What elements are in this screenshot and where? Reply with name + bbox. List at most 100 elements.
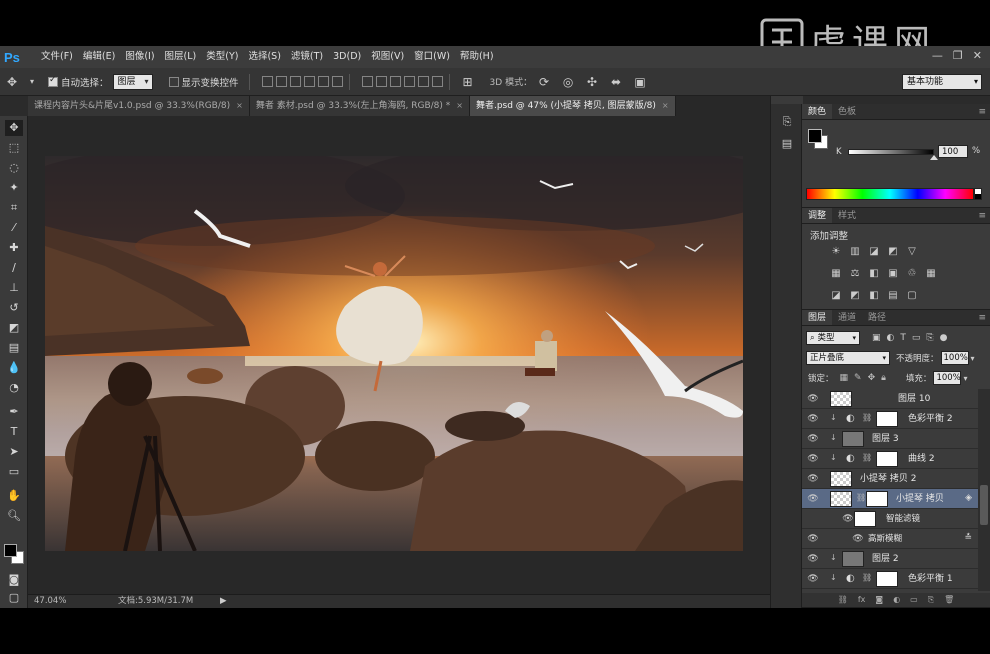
align-vcenter-icon[interactable]	[275, 76, 287, 87]
align-right-icon[interactable]	[331, 76, 343, 87]
layer-thumbnail[interactable]	[842, 431, 864, 447]
mask-thumbnail[interactable]	[876, 451, 898, 467]
tab-swatches[interactable]: 色板	[832, 104, 862, 119]
tab-color[interactable]: 颜色	[802, 104, 833, 119]
filter-adjustment-icon[interactable]: ◐	[887, 333, 895, 343]
tab-styles[interactable]: 样式	[832, 208, 862, 223]
filter-shape-icon[interactable]: ▭	[912, 333, 921, 343]
document-artwork[interactable]	[45, 156, 743, 551]
fill-arrow-icon[interactable]: ▾	[963, 374, 967, 383]
menu-item[interactable]: 图层(L)	[160, 46, 202, 68]
gradient-map-icon[interactable]: ▤	[887, 290, 899, 302]
clone-stamp-icon[interactable]: ⊥	[5, 280, 23, 296]
menu-item[interactable]: 编辑(E)	[78, 46, 120, 68]
document-tab[interactable]: 舞者.psd @ 47% (小提琴 拷贝, 图层蒙版/8) ×	[469, 96, 676, 116]
layer-row[interactable]: 👁︎ 智能滤镜	[802, 509, 978, 529]
shape-tool-icon[interactable]: ▭	[5, 464, 23, 480]
close-tab-icon[interactable]: ×	[662, 96, 669, 116]
type-tool-icon[interactable]: T	[5, 424, 23, 440]
panel-menu-icon[interactable]: ≡	[978, 310, 986, 326]
zoom-tool-icon[interactable]: 🔍︎	[5, 508, 23, 524]
k-slider-thumb[interactable]	[930, 155, 938, 160]
auto-select-dropdown[interactable]: 图层	[112, 73, 153, 90]
layer-scrollbar-thumb[interactable]	[980, 485, 988, 525]
menu-item[interactable]: 文件(F)	[36, 46, 78, 68]
menu-item[interactable]: 滤镜(T)	[286, 46, 328, 68]
filter-options-icon[interactable]: ≛	[964, 533, 972, 543]
eraser-tool-icon[interactable]: ◩	[5, 320, 23, 336]
auto-select-checkbox[interactable]	[48, 75, 58, 87]
visibility-eye-icon[interactable]: 👁︎	[807, 453, 819, 465]
mask-link-icon[interactable]: ⛓	[862, 453, 872, 462]
tab-layers[interactable]: 图层	[802, 310, 833, 325]
move-tool-icon[interactable]: ✥	[4, 74, 20, 90]
new-group-icon[interactable]: ▭	[910, 593, 918, 607]
menu-item[interactable]: 窗口(W)	[409, 46, 455, 68]
restore-icon[interactable]: ❐	[953, 49, 963, 62]
foreground-swatch[interactable]	[808, 129, 822, 143]
hue-saturation-icon[interactable]: ▦	[830, 268, 842, 280]
visibility-eye-icon[interactable]: 👁︎	[807, 573, 819, 585]
path-select-icon[interactable]: ➤	[5, 444, 23, 460]
posterize-icon[interactable]: ◩	[849, 290, 861, 302]
tab-channels[interactable]: 通道	[832, 310, 862, 325]
smart-object-thumbnail[interactable]	[830, 471, 852, 487]
selective-color-icon[interactable]: ▢	[906, 290, 918, 302]
visibility-eye-icon[interactable]: 👁︎	[807, 493, 819, 505]
pan-3d-icon[interactable]: ✣	[584, 74, 600, 90]
delete-layer-icon[interactable]: 🗑︎	[944, 593, 954, 607]
layer-row[interactable]: 👁︎ ⛓ ◈ 小提琴 拷贝	[802, 489, 978, 509]
add-mask-icon[interactable]: ◙	[875, 593, 883, 607]
layer-row[interactable]: 👁︎ ↓ ◐ ⛓ 色彩平衡 2	[802, 409, 978, 429]
zoom-level[interactable]: 47.04%	[34, 595, 66, 608]
color-spectrum[interactable]	[806, 188, 974, 200]
canvas-area[interactable]	[28, 116, 770, 594]
lock-image-icon[interactable]: ✎	[854, 373, 862, 383]
layer-row[interactable]: 👁︎ 图层 10	[802, 389, 978, 409]
black-white-icon[interactable]: ◧	[868, 268, 880, 280]
lock-all-icon[interactable]: 🔒︎	[881, 373, 886, 383]
minimize-icon[interactable]: —	[932, 49, 943, 62]
layer-thumbnail[interactable]	[830, 391, 852, 407]
blur-tool-icon[interactable]: 💧	[5, 360, 23, 376]
distribute-top-icon[interactable]	[361, 76, 373, 87]
menu-item[interactable]: 帮助(H)	[455, 46, 499, 68]
orbit-3d-icon[interactable]: ⟳	[536, 74, 552, 90]
distribute-hcenter-icon[interactable]	[417, 76, 429, 87]
filter-mask-thumbnail[interactable]	[854, 511, 876, 527]
exposure-icon[interactable]: ◩	[887, 246, 899, 258]
close-tab-icon[interactable]: ×	[456, 96, 463, 116]
roll-3d-icon[interactable]: ◎	[560, 74, 576, 90]
blend-mode-dropdown[interactable]: 正片叠底	[806, 351, 890, 365]
k-slider[interactable]	[848, 149, 934, 155]
visibility-eye-icon[interactable]: 👁︎	[807, 473, 819, 485]
filter-toggle-icon[interactable]: ●	[940, 333, 948, 343]
photo-filter-icon[interactable]: ▣	[887, 268, 899, 280]
move-tool-icon[interactable]: ✥	[5, 120, 23, 136]
channel-mixer-icon[interactable]: ♲	[906, 268, 918, 280]
distribute-vcenter-icon[interactable]	[375, 76, 387, 87]
tab-adjustments[interactable]: 调整	[802, 208, 833, 223]
mask-link-icon[interactable]: ⛓	[862, 573, 872, 582]
opacity-arrow-icon[interactable]: ▾	[971, 354, 975, 363]
mask-thumbnail[interactable]	[876, 411, 898, 427]
healing-brush-icon[interactable]: ✚	[5, 240, 23, 256]
foreground-color-swatch[interactable]	[4, 544, 17, 557]
layer-row[interactable]: 👁︎ 小提琴 拷贝 2	[802, 469, 978, 489]
status-menu-arrow-icon[interactable]: ▶	[220, 595, 227, 608]
visibility-eye-icon[interactable]: 👁︎	[842, 513, 854, 525]
filter-type-icon[interactable]: T	[900, 333, 906, 343]
layer-row[interactable]: 👁︎ ↓ 图层 2	[802, 549, 978, 569]
filter-pixel-icon[interactable]: ▣	[872, 333, 881, 343]
layer-thumbnail[interactable]	[842, 551, 864, 567]
link-layers-icon[interactable]: ⛓	[838, 593, 848, 607]
history-brush-icon[interactable]: ↺	[5, 300, 23, 316]
pen-tool-icon[interactable]: ✒	[5, 404, 23, 420]
curves-icon[interactable]: ◪	[868, 246, 880, 258]
invert-icon[interactable]: ◪	[830, 290, 842, 302]
layer-row[interactable]: 👁︎ 👁︎ ≛ 高斯模糊	[802, 529, 978, 549]
close-icon[interactable]: ✕	[973, 49, 982, 62]
color-balance-icon[interactable]: ⚖	[849, 268, 861, 280]
visibility-eye-icon[interactable]: 👁︎	[807, 533, 819, 545]
align-top-icon[interactable]	[261, 76, 273, 87]
